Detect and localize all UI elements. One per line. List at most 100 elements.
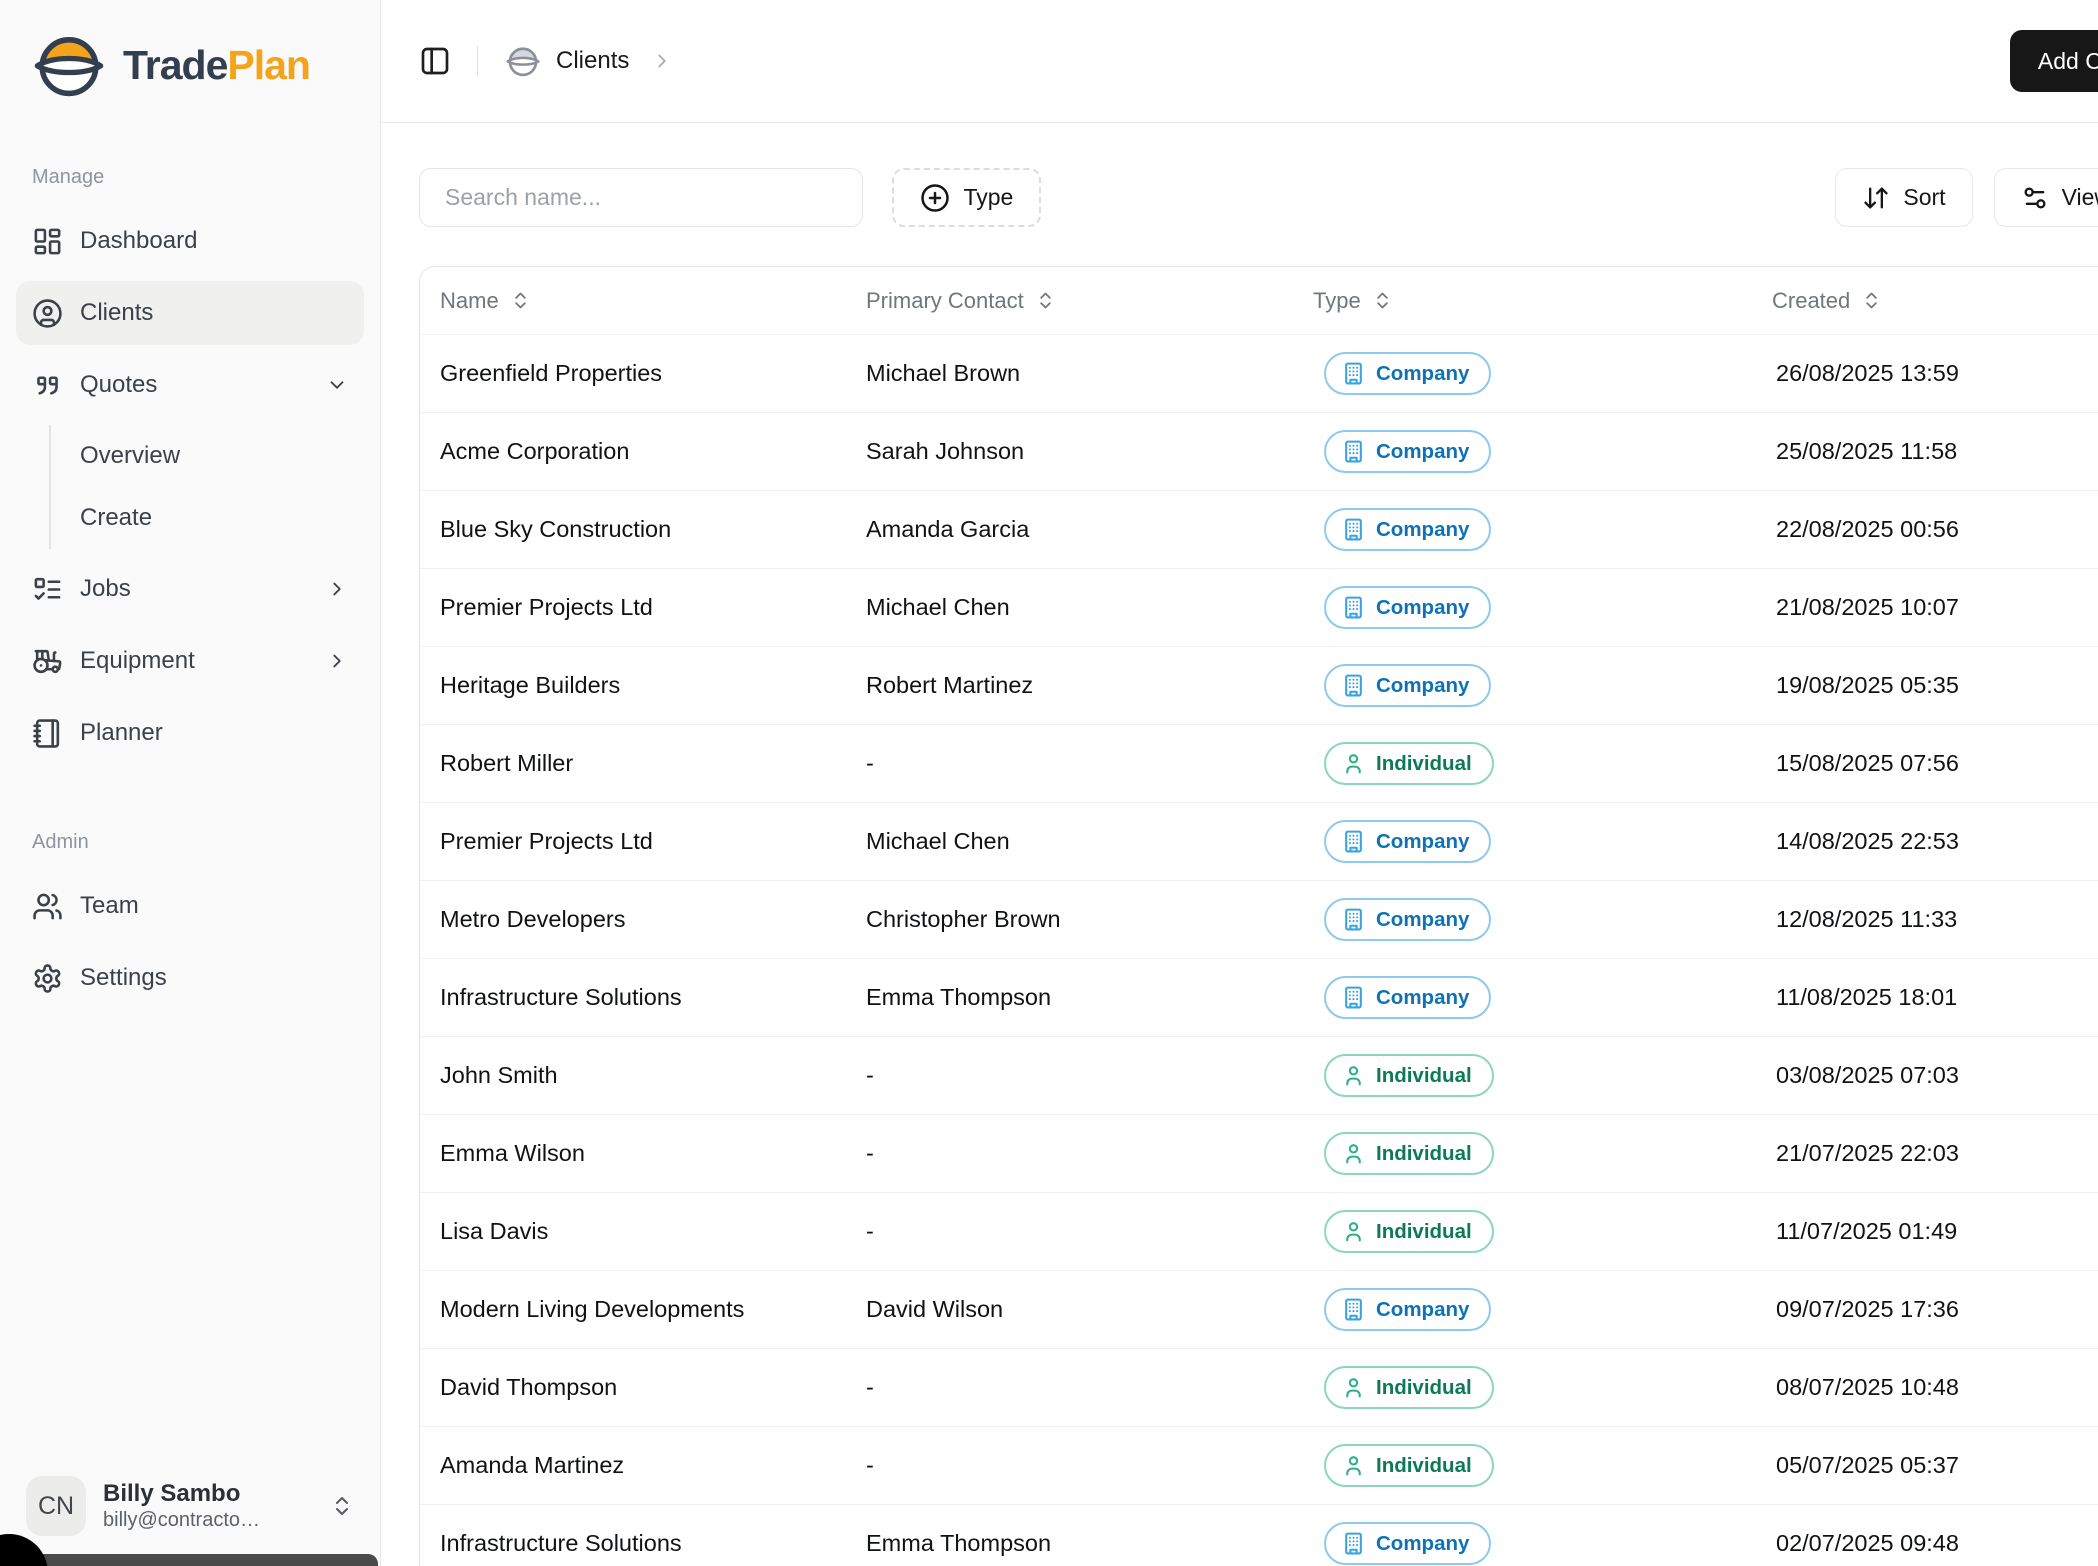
chevron-down-icon	[330, 381, 344, 389]
type-badge: Individual	[1324, 1366, 1494, 1409]
dashboard-icon	[34, 228, 61, 254]
type-badge: Individual	[1324, 1132, 1494, 1175]
table-row[interactable]: Acme Corporation Sarah Johnson Company 2…	[420, 412, 2098, 490]
building-icon	[1345, 908, 1362, 931]
sort-chevrons-icon	[1376, 292, 1388, 309]
building-icon	[1345, 596, 1362, 619]
user-meta: Billy Sambo billy@contracto…	[103, 1480, 260, 1533]
sidebar-item-jobs[interactable]: Jobs	[16, 557, 364, 621]
clients-table: Name Primary Contact Type Created Greenf…	[419, 266, 2098, 1566]
primary-contact-cell: -	[866, 1218, 874, 1244]
table-row[interactable]: Premier Projects Ltd Michael Chen Compan…	[420, 802, 2098, 880]
client-name-cell: Premier Projects Ltd	[440, 828, 653, 854]
type-badge: Company	[1324, 898, 1492, 941]
table-header-row: Name Primary Contact Type Created	[420, 267, 2098, 334]
cutoff-toast	[0, 1554, 378, 1566]
type-cell: Company	[1313, 430, 1772, 473]
quotes-submenu: Overview Create	[49, 425, 364, 549]
top-header: Clients Add Client	[381, 0, 2098, 123]
client-name-cell: David Thompson	[440, 1374, 618, 1400]
sidebar-item-quotes[interactable]: Quotes	[16, 353, 364, 417]
created-cell: 05/07/2025 05:37	[1776, 1452, 1959, 1478]
type-cell: Company	[1313, 586, 1772, 629]
type-badge-label: Company	[1376, 907, 1470, 931]
sidebar-subitem-create[interactable]: Create	[51, 487, 364, 549]
table-row[interactable]: Metro Developers Christopher Brown Compa…	[420, 880, 2098, 958]
client-name-cell: Amanda Martinez	[440, 1452, 625, 1478]
sort-button[interactable]: Sort	[1835, 168, 1973, 227]
section-label-manage: Manage	[32, 166, 105, 188]
building-icon	[1345, 830, 1362, 853]
breadcrumb[interactable]: Clients	[504, 42, 673, 80]
table-row[interactable]: David Thompson - Individual 08/07/2025 1…	[420, 1348, 2098, 1426]
primary-contact-cell: Robert Martinez	[866, 672, 1034, 698]
type-cell: Company	[1313, 1522, 1772, 1565]
table-row[interactable]: John Smith - Individual 03/08/2025 07:03	[420, 1036, 2098, 1114]
table-row[interactable]: Amanda Martinez - Individual 05/07/2025 …	[420, 1426, 2098, 1504]
type-cell: Company	[1313, 1288, 1772, 1331]
primary-contact-cell: Emma Thompson	[866, 984, 1052, 1010]
building-icon	[1345, 440, 1362, 463]
sidebar-toggle-button[interactable]	[419, 45, 451, 77]
column-header-name[interactable]: Name	[420, 288, 866, 314]
column-header-primary-contact[interactable]: Primary Contact	[866, 288, 1313, 314]
created-cell: 14/08/2025 22:53	[1776, 828, 1959, 854]
primary-contact-cell: Michael Chen	[866, 594, 1010, 620]
table-row[interactable]: Infrastructure Solutions Emma Thompson C…	[420, 1504, 2098, 1566]
sidebar-subitem-overview[interactable]: Overview	[51, 425, 364, 487]
created-cell: 22/08/2025 00:56	[1776, 516, 1959, 542]
table-row[interactable]: Infrastructure Solutions Emma Thompson C…	[420, 958, 2098, 1036]
sort-label: Sort	[1903, 184, 1946, 210]
type-cell: Individual	[1313, 1054, 1772, 1097]
type-cell: Individual	[1313, 742, 1772, 785]
panel-left-icon	[421, 47, 449, 75]
view-button[interactable]: View	[1993, 168, 2098, 227]
user-menu[interactable]: CN Billy Sambo billy@contracto…	[0, 1476, 380, 1566]
table-row[interactable]: Premier Projects Ltd Michael Chen Compan…	[420, 568, 2098, 646]
created-cell: 26/08/2025 13:59	[1776, 360, 1959, 386]
planner-icon	[33, 718, 60, 748]
primary-contact-cell: Christopher Brown	[866, 906, 1061, 932]
header-divider	[477, 46, 478, 76]
sidebar-item-dashboard[interactable]: Dashboard	[16, 209, 364, 273]
column-label: Type	[1313, 287, 1361, 313]
sidebar-item-planner[interactable]: Planner	[16, 701, 364, 765]
breadcrumb-label: Clients	[556, 47, 630, 74]
table-row[interactable]: Modern Living Developments David Wilson …	[420, 1270, 2098, 1348]
column-header-created[interactable]: Created	[1772, 288, 2098, 314]
chevron-right-icon	[333, 654, 341, 668]
primary-contact-cell: David Wilson	[866, 1296, 1004, 1322]
sidebar-item-equipment[interactable]: Equipment	[16, 629, 364, 693]
sort-chevrons-icon	[1866, 292, 1878, 309]
type-badge-label: Individual	[1376, 751, 1472, 775]
add-client-button[interactable]: Add Client	[2009, 30, 2098, 92]
type-badge-label: Individual	[1376, 1219, 1472, 1243]
brand-logo: TradePlan	[0, 0, 380, 104]
client-name-cell: Infrastructure Solutions	[440, 984, 682, 1010]
type-badge-label: Company	[1376, 517, 1470, 541]
type-badge: Company	[1324, 586, 1492, 629]
table-row[interactable]: Heritage Builders Robert Martinez Compan…	[420, 646, 2098, 724]
table-row[interactable]: Robert Miller - Individual 15/08/2025 07…	[420, 724, 2098, 802]
search-input[interactable]	[419, 168, 863, 227]
type-badge: Individual	[1324, 742, 1494, 785]
table-row[interactable]: Lisa Davis - Individual 11/07/2025 01:49	[420, 1192, 2098, 1270]
sidebar-item-clients[interactable]: Clients	[16, 281, 364, 345]
sidebar-item-settings[interactable]: Settings	[16, 946, 364, 1010]
team-icon	[33, 893, 62, 919]
type-badge: Company	[1324, 1522, 1492, 1565]
column-header-type[interactable]: Type	[1313, 288, 1772, 314]
type-badge-label: Individual	[1376, 1141, 1472, 1165]
primary-contact-cell: Emma Thompson	[866, 1530, 1052, 1556]
type-filter-button[interactable]: Type	[892, 168, 1042, 227]
sidebar-item-team[interactable]: Team	[16, 874, 364, 938]
type-badge-label: Individual	[1376, 1375, 1472, 1399]
sidebar: TradePlan Manage Dashboard Clients Quote…	[0, 0, 381, 1566]
created-cell: 15/08/2025 07:56	[1776, 750, 1959, 776]
sidebar-item-label: Jobs	[80, 575, 131, 602]
table-row[interactable]: Blue Sky Construction Amanda Garcia Comp…	[420, 490, 2098, 568]
table-row[interactable]: Greenfield Properties Michael Brown Comp…	[420, 334, 2098, 412]
table-row[interactable]: Emma Wilson - Individual 21/07/2025 22:0…	[420, 1114, 2098, 1192]
person-icon	[1346, 1144, 1361, 1164]
avatar: CN	[26, 1476, 86, 1536]
